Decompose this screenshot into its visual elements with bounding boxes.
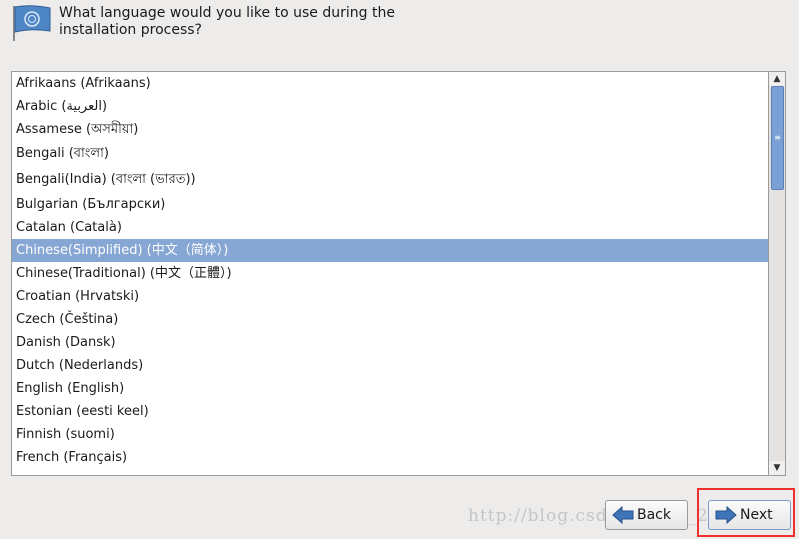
language-item[interactable]: Chinese(Simplified) (中文（简体）) [12, 239, 768, 262]
page-title: What language would you like to use duri… [59, 5, 395, 38]
language-list[interactable]: Afrikaans (Afrikaans) Arabic (العربية) Ass… [11, 71, 769, 476]
language-item[interactable]: Czech (Čeština) [12, 308, 768, 331]
language-item[interactable]: Afrikaans (Afrikaans) [12, 72, 768, 95]
language-item[interactable]: Bulgarian (Български) [12, 193, 768, 216]
highlight-box [697, 488, 795, 537]
language-item[interactable]: Assamese (অসমীয়া) [12, 118, 768, 141]
language-item[interactable]: Bengali(India) (বাংলা (ভারত)) [12, 167, 768, 193]
back-button[interactable]: Back [605, 500, 688, 530]
arrow-left-icon [612, 506, 634, 524]
language-item[interactable]: Finnish (suomi) [12, 423, 768, 446]
scroll-up-icon[interactable]: ▲ [769, 72, 785, 86]
language-item[interactable]: Danish (Dansk) [12, 331, 768, 354]
language-item[interactable]: Estonian (eesti keel) [12, 400, 768, 423]
language-item[interactable]: Arabic (العربية) [12, 95, 768, 118]
language-item[interactable]: Croatian (Hrvatski) [12, 285, 768, 308]
language-item[interactable]: Bengali (বাংলা) [12, 141, 768, 167]
language-item[interactable]: English (English) [12, 377, 768, 400]
scroll-down-icon[interactable]: ▼ [769, 461, 785, 475]
flag-icon [13, 5, 51, 41]
scrollbar[interactable]: ▲ ≡ ▼ [768, 71, 786, 476]
language-item[interactable]: Catalan (Català) [12, 216, 768, 239]
back-label: Back [637, 507, 671, 523]
scrollbar-thumb[interactable]: ≡ [771, 86, 784, 190]
language-item[interactable]: Dutch (Nederlands) [12, 354, 768, 377]
language-item[interactable]: Chinese(Traditional) (中文（正體）) [12, 262, 768, 285]
language-item[interactable]: French (Français) [12, 446, 768, 469]
